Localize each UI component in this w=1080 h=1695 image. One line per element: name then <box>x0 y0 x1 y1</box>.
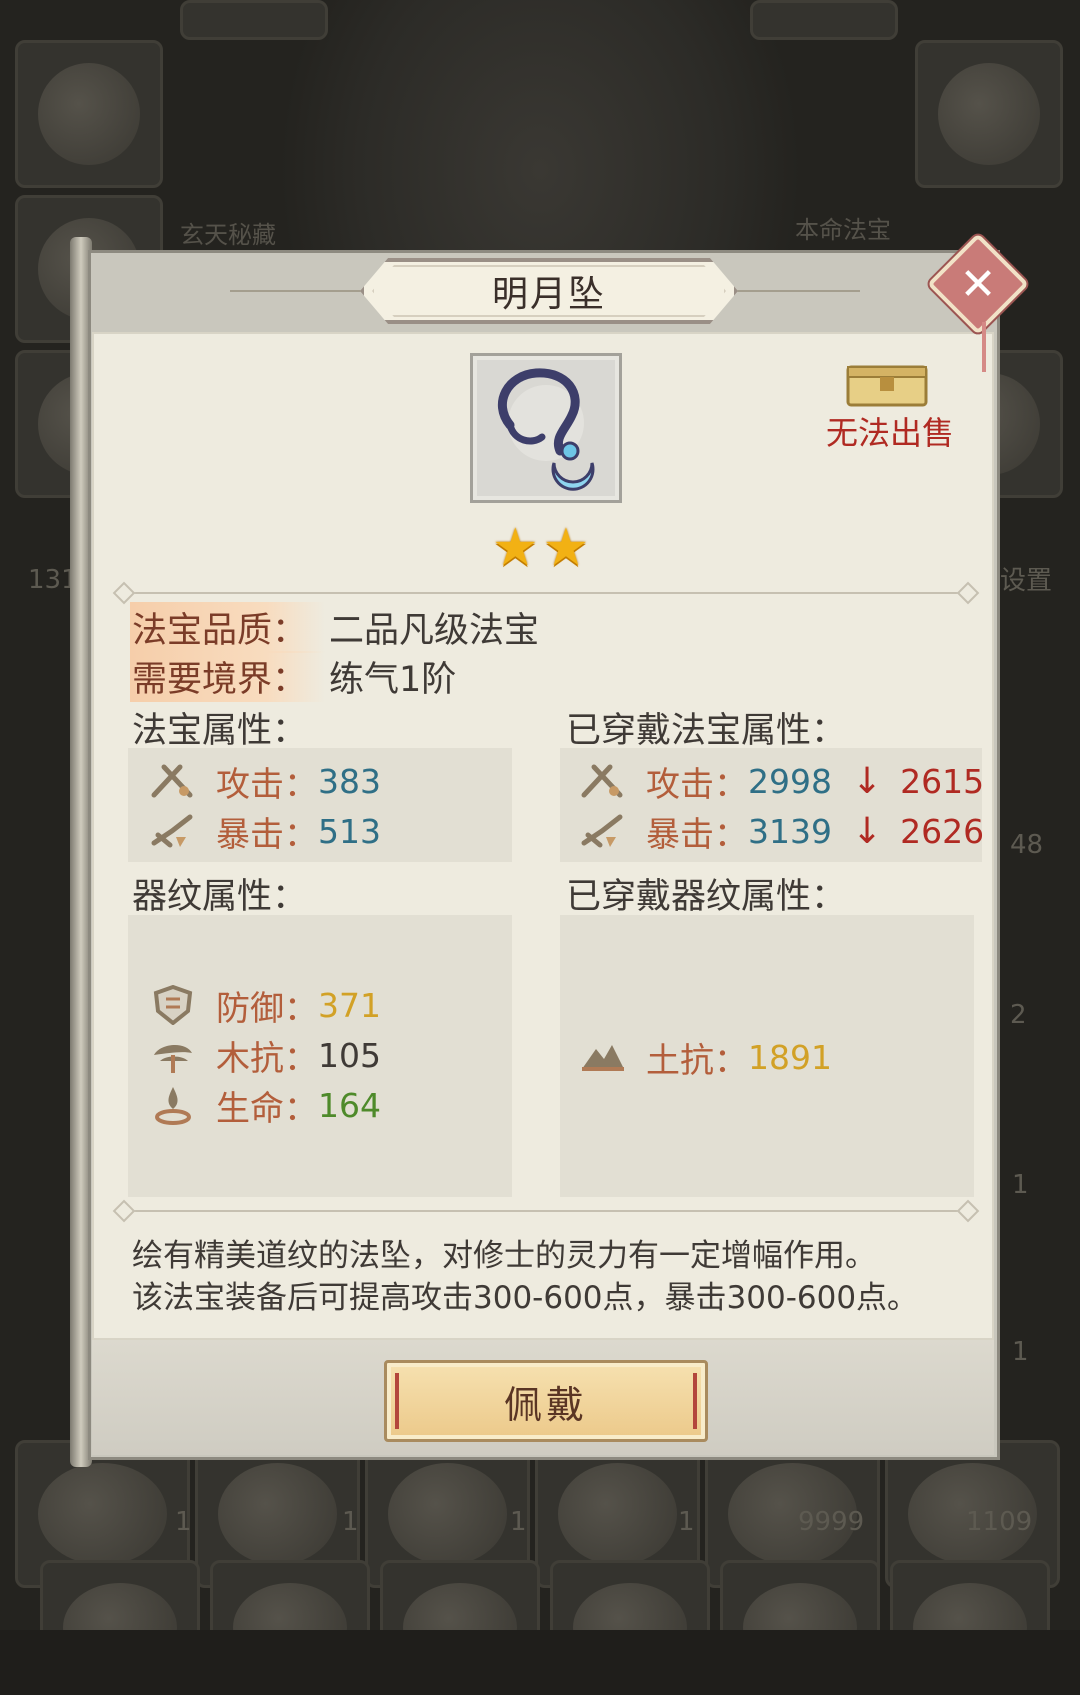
pattern-stats-title: 器纹属性： <box>132 877 308 917</box>
stat-value: 383 <box>318 761 381 801</box>
stat-name: 生命： <box>216 1088 318 1129</box>
pattern-row-wood: 木抗： 105 <box>150 1030 381 1080</box>
bg-count: 1 <box>1012 1337 1029 1367</box>
equipped-row-crit: 暴击： 3139 ↓ 2626 <box>580 806 984 856</box>
stat-name: 攻击： <box>646 764 748 805</box>
star-icon: ★ <box>542 518 590 578</box>
stat-row-crit: 暴击： 513 <box>150 806 381 856</box>
stat-name: 土抗： <box>646 1040 748 1081</box>
bg-count: 1 <box>1012 1170 1029 1200</box>
realm-label: 需要境界： <box>130 650 326 702</box>
stat-value: 105 <box>318 1035 381 1075</box>
bg-count: 1 <box>510 1507 527 1537</box>
pattern-row-defense: 防御： 371 <box>150 980 381 1030</box>
bg-settings-label: 设置 <box>1000 566 1053 596</box>
attack-icon <box>581 764 623 798</box>
equipped-pattern-title: 已穿戴器纹属性： <box>566 877 847 917</box>
stat-diff: 2615 <box>900 761 985 801</box>
star-icon: ★ <box>492 518 539 578</box>
divider <box>130 592 962 594</box>
equipped-stats-title: 已穿戴法宝属性： <box>566 711 847 751</box>
crit-icon <box>581 814 623 848</box>
bg-count: 1 <box>175 1507 192 1537</box>
bg-label-artifact: 本命法宝 <box>795 216 891 244</box>
stat-diff: 2626 <box>900 811 985 851</box>
equipped-pattern-row-earth: 土抗： 1891 <box>580 1032 832 1082</box>
stat-value: 2998 <box>748 761 832 801</box>
stat-value: 3139 <box>748 811 832 851</box>
close-tassel <box>982 322 986 372</box>
stat-name: 攻击： <box>216 764 318 805</box>
bg-count: 1109 <box>966 1507 1033 1537</box>
stat-row-attack: 攻击： 383 <box>150 756 381 806</box>
life-icon <box>155 1087 191 1125</box>
bg-count: 9999 <box>798 1507 865 1537</box>
stat-name: 暴击： <box>646 814 748 855</box>
stat-value: 513 <box>318 811 381 851</box>
earth-resist-icon <box>582 1045 624 1071</box>
quality-value: 二品凡级法宝 <box>329 610 540 651</box>
defense-icon <box>153 985 193 1025</box>
stat-name: 暴击： <box>216 814 318 855</box>
stat-name: 木抗： <box>216 1038 318 1079</box>
attack-icon <box>151 764 193 798</box>
sell-status: 无法出售 <box>825 414 954 452</box>
bg-count: 48 <box>1010 830 1044 860</box>
stat-value: 371 <box>318 985 381 1025</box>
item-description: 绘有精美道纹的法坠，对修士的灵力有一定增幅作用。 该法宝装备后可提高攻击300-… <box>132 1235 972 1319</box>
realm-value: 练气1阶 <box>329 659 457 700</box>
decrease-arrow-icon: ↓ <box>851 810 883 852</box>
bg-count: 2 <box>1010 1000 1027 1030</box>
dialog-title: 明月坠 <box>491 274 606 315</box>
bg-count: 1 <box>342 1507 359 1537</box>
quality-label: 法宝品质： <box>130 601 326 653</box>
stat-name: 防御： <box>216 988 318 1029</box>
star-rating: ★ ★ <box>492 520 589 576</box>
description-line: 绘有精美道纹的法坠，对修士的灵力有一定增幅作用。 <box>132 1238 876 1274</box>
wear-button[interactable]: 佩戴 <box>384 1360 708 1442</box>
realm-row: 需要境界： 练气1阶 <box>130 650 457 702</box>
bg-slot-top-right <box>750 0 898 40</box>
wood-resist-icon <box>154 1044 192 1073</box>
treasure-chest-icon <box>846 365 928 407</box>
bottom-bar <box>0 1630 1080 1695</box>
divider <box>130 1210 962 1212</box>
description-line: 该法宝装备后可提高攻击300-600点，暴击300-600点。 <box>132 1280 919 1316</box>
equipped-row-attack: 攻击： 2998 ↓ 2615 <box>580 756 984 806</box>
stat-value: 164 <box>318 1085 381 1125</box>
stat-value: 1891 <box>748 1037 832 1077</box>
bg-slot-armor <box>15 40 163 188</box>
bg-count: 1 <box>678 1507 695 1537</box>
bg-label-secret: 玄天秘藏 <box>180 221 276 249</box>
close-x-icon[interactable]: ✕ <box>942 248 1014 320</box>
crit-icon <box>151 814 193 848</box>
pendant-icon <box>497 368 595 491</box>
item-stats-title: 法宝属性： <box>132 711 308 751</box>
quality-row: 法宝品质： 二品凡级法宝 <box>130 601 540 653</box>
pattern-row-life: 生命： 164 <box>150 1080 381 1130</box>
decrease-arrow-icon: ↓ <box>851 760 883 802</box>
bg-slot-top <box>180 0 328 40</box>
bg-slot-ring <box>915 40 1063 188</box>
